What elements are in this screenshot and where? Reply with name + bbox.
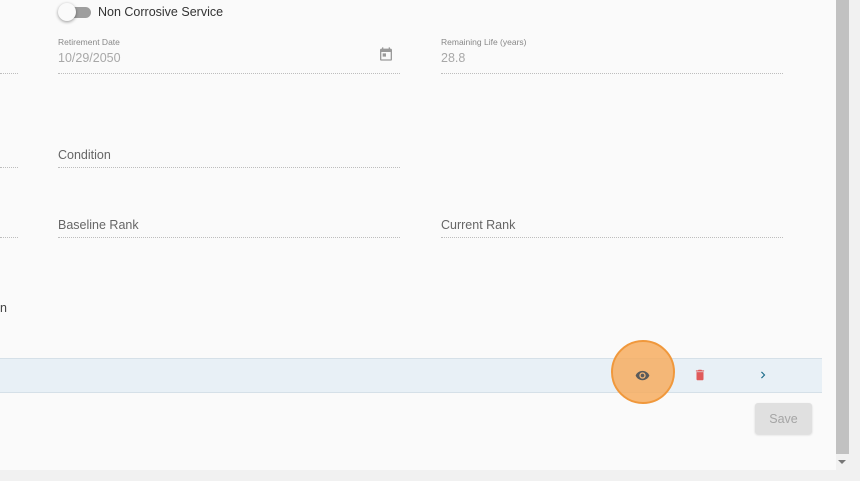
condition-placeholder: Condition [58, 148, 111, 162]
calendar-icon[interactable] [378, 46, 394, 62]
retirement-date-value: 10/29/2050 [58, 51, 121, 65]
baseline-rank-placeholder: Baseline Rank [58, 218, 139, 232]
retirement-date-label: Retirement Date [58, 37, 120, 47]
baseline-rank-field[interactable]: Baseline Rank [58, 218, 400, 258]
baseline-rank-underline [58, 237, 400, 238]
form-content: Non Corrosive Service n Retirement Date … [0, 0, 836, 470]
current-rank-underline [441, 237, 783, 238]
remaining-life-underline [441, 73, 783, 74]
current-rank-placeholder: Current Rank [441, 218, 516, 232]
eye-icon [635, 370, 649, 380]
left-column-field-underline [0, 237, 18, 238]
expand-row-button[interactable] [753, 365, 773, 385]
delete-button[interactable] [690, 365, 710, 385]
page: Non Corrosive Service n Retirement Date … [0, 0, 860, 481]
horizontal-scrollbar[interactable] [0, 470, 860, 481]
cut-off-label: n [0, 301, 7, 315]
remaining-life-label: Remaining Life (years) [441, 37, 527, 47]
left-column-field-underline [0, 73, 18, 74]
condition-field[interactable]: Condition [58, 148, 400, 188]
retirement-date-underline [58, 73, 400, 74]
vertical-scrollbar[interactable] [836, 0, 860, 470]
scroll-down-arrow-icon[interactable] [838, 460, 846, 464]
save-button[interactable]: Save [755, 403, 812, 434]
non-corrosive-toggle[interactable] [58, 3, 92, 21]
condition-underline [58, 167, 400, 168]
remaining-life-value: 28.8 [441, 51, 466, 65]
trash-icon [695, 369, 705, 381]
remaining-life-field[interactable]: Remaining Life (years) 28.8 [441, 37, 783, 77]
current-rank-field[interactable]: Current Rank [441, 218, 783, 258]
toggle-knob [58, 3, 76, 21]
chevron-right-icon [761, 371, 766, 379]
view-button[interactable] [632, 365, 652, 385]
non-corrosive-label: Non Corrosive Service [98, 5, 224, 19]
left-column-field-underline [0, 167, 18, 168]
retirement-date-field[interactable]: Retirement Date 10/29/2050 [58, 37, 400, 77]
vertical-scrollbar-thumb[interactable] [836, 0, 849, 454]
